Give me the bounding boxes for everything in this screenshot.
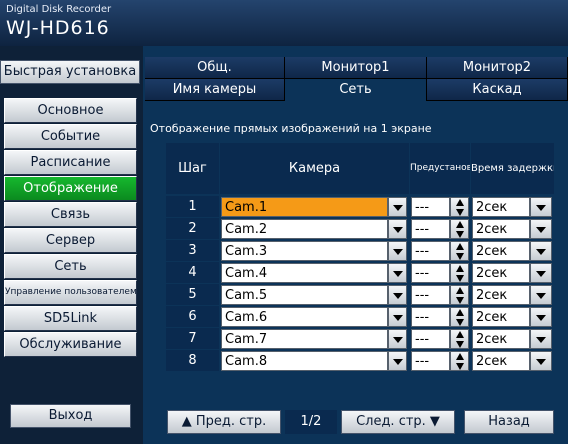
step-cell: 2 <box>166 218 219 239</box>
header-camera: Камера <box>220 143 409 194</box>
sidebar-item-3[interactable]: Расписание <box>4 150 137 175</box>
delay-select[interactable]: 2сек <box>472 351 530 371</box>
camera-select[interactable]: Cam.6 <box>221 307 388 327</box>
chevron-down-icon[interactable] <box>388 241 407 261</box>
tab-camera-name[interactable]: Имя камеры <box>145 79 285 101</box>
preset-field[interactable]: --- <box>411 285 450 305</box>
page-indicator: 1/2 <box>285 410 337 434</box>
tab-general[interactable]: Общ. <box>145 57 285 79</box>
preset-field[interactable]: --- <box>411 307 450 327</box>
header-step: Шаг <box>166 143 219 194</box>
sidebar-item-10[interactable]: Обслуживание <box>4 332 137 357</box>
header-preset: Предустановка <box>410 143 470 194</box>
chevron-down-icon[interactable] <box>530 219 552 239</box>
preset-field[interactable]: --- <box>411 219 450 239</box>
camera-select[interactable]: Cam.4 <box>221 263 388 283</box>
sidebar-item-7[interactable]: Сеть <box>4 254 137 279</box>
preset-field[interactable]: --- <box>411 329 450 349</box>
device-model: WJ-HD616 <box>6 17 110 39</box>
header-delay: Время задержки <box>471 143 554 194</box>
chevron-down-icon[interactable] <box>388 307 407 327</box>
back-button[interactable]: Назад <box>464 410 554 434</box>
delay-select[interactable]: 2сек <box>472 241 530 261</box>
sidebar-item-2[interactable]: Событие <box>4 124 137 149</box>
chevron-down-icon[interactable] <box>388 219 407 239</box>
camera-select[interactable]: Cam.7 <box>221 329 388 349</box>
delay-select[interactable]: 2сек <box>472 285 530 305</box>
chevron-down-icon[interactable] <box>530 307 552 327</box>
sidebar-item-5[interactable]: Связь <box>4 202 137 227</box>
camera-select[interactable]: Cam.1 <box>221 197 388 217</box>
chevron-down-icon[interactable] <box>388 285 407 305</box>
chevron-down-icon[interactable] <box>530 351 552 371</box>
preset-field[interactable]: --- <box>411 351 450 371</box>
chevron-down-icon[interactable] <box>388 197 407 217</box>
chevron-down-icon[interactable] <box>530 329 552 349</box>
stepper-icon[interactable] <box>450 329 469 349</box>
sidebar-item-9[interactable]: SD5Link <box>4 306 137 331</box>
step-cell: 8 <box>166 350 219 371</box>
chevron-down-icon[interactable] <box>530 285 552 305</box>
quick-setup-button[interactable]: Быстрая установка <box>0 60 140 84</box>
camera-select[interactable]: Cam.5 <box>221 285 388 305</box>
delay-select[interactable]: 2сек <box>472 263 530 283</box>
chevron-down-icon[interactable] <box>388 263 407 283</box>
tab-monitor1[interactable]: Монитор1 <box>285 57 427 79</box>
camera-select[interactable]: Cam.3 <box>221 241 388 261</box>
stepper-icon[interactable] <box>450 351 469 371</box>
step-cell: 6 <box>166 306 219 327</box>
tab-cascade[interactable]: Каскад <box>427 79 568 101</box>
step-cell: 3 <box>166 240 219 261</box>
stepper-icon[interactable] <box>450 285 469 305</box>
step-cell: 7 <box>166 328 219 349</box>
stepper-icon[interactable] <box>450 263 469 283</box>
preset-field[interactable]: --- <box>411 263 450 283</box>
exit-button[interactable]: Выход <box>10 404 131 428</box>
preset-field[interactable]: --- <box>411 197 450 217</box>
step-cell: 5 <box>166 284 219 305</box>
stepper-icon[interactable] <box>450 197 469 217</box>
camera-select[interactable]: Cam.8 <box>221 351 388 371</box>
preset-field[interactable]: --- <box>411 241 450 261</box>
step-cell: 1 <box>166 196 219 217</box>
page-title: Отображение прямых изображений на 1 экра… <box>150 122 432 135</box>
tab-monitor2[interactable]: Монитор2 <box>427 57 568 79</box>
delay-select[interactable]: 2сек <box>472 329 530 349</box>
chevron-down-icon[interactable] <box>530 241 552 261</box>
stepper-icon[interactable] <box>450 241 469 261</box>
sidebar-item-6[interactable]: Сервер <box>4 228 137 253</box>
chevron-down-icon[interactable] <box>388 351 407 371</box>
chevron-down-icon[interactable] <box>388 329 407 349</box>
step-cell: 4 <box>166 262 219 283</box>
stepper-icon[interactable] <box>450 219 469 239</box>
chevron-down-icon[interactable] <box>530 263 552 283</box>
delay-select[interactable]: 2сек <box>472 219 530 239</box>
delay-select[interactable]: 2сек <box>472 197 530 217</box>
tab-network[interactable]: Сеть <box>285 79 427 101</box>
sidebar-item-8[interactable]: Управление пользователем <box>4 280 137 305</box>
sidebar-item-1[interactable]: Основное <box>4 98 137 123</box>
sidebar-item-4[interactable]: Отображение <box>4 176 137 201</box>
chevron-down-icon[interactable] <box>530 197 552 217</box>
device-subtitle: Digital Disk Recorder <box>6 4 112 15</box>
prev-page-button[interactable]: ▲ Пред. стр. <box>167 410 281 434</box>
next-page-button[interactable]: След. стр. ▼ <box>341 410 455 434</box>
camera-select[interactable]: Cam.2 <box>221 219 388 239</box>
delay-select[interactable]: 2сек <box>472 307 530 327</box>
stepper-icon[interactable] <box>450 307 469 327</box>
